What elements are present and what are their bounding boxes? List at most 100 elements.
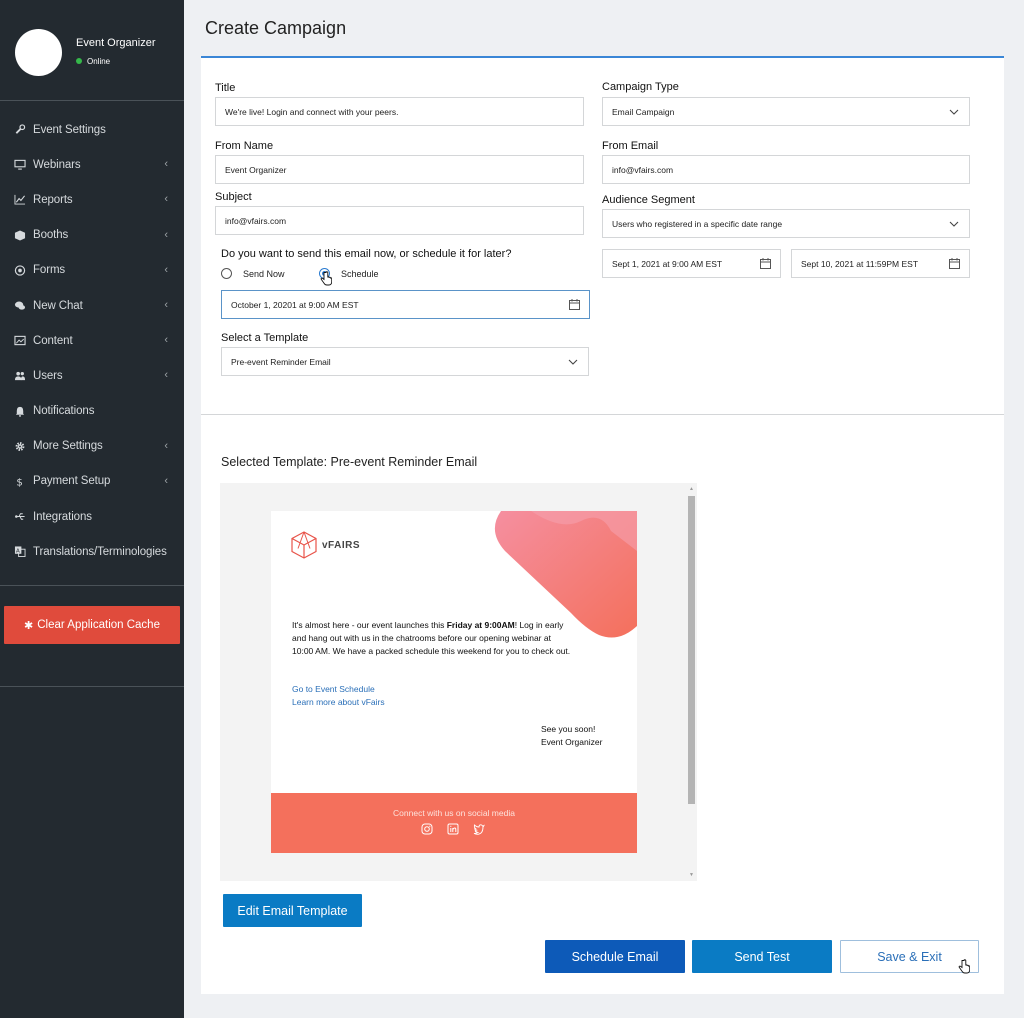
chevron-down-icon: [568, 359, 578, 365]
sidebar-item-translations-terminologies[interactable]: A Translations/Terminologies: [0, 534, 184, 569]
calendar-icon[interactable]: [949, 258, 960, 269]
linkedin-icon[interactable]: [447, 823, 459, 835]
signoff-name: Event Organizer: [541, 737, 603, 747]
email-body: It's almost here - our event launches th…: [292, 619, 572, 658]
sidebar-item-webinars[interactable]: Webinars ‹: [0, 147, 184, 182]
edit-template-button[interactable]: Edit Email Template: [223, 894, 362, 927]
sidebar-item-payment-setup[interactable]: $ Payment Setup ‹: [0, 464, 184, 499]
send-now-radio[interactable]: [221, 268, 232, 279]
campaign-type-value: Email Campaign: [612, 106, 675, 117]
plug-icon: [13, 511, 27, 523]
status-dot-icon: [76, 58, 82, 64]
email-signoff: See you soon! Event Organizer: [541, 723, 602, 749]
selected-template-heading: Selected Template: Pre-event Reminder Em…: [221, 455, 478, 469]
svg-text:A: A: [16, 549, 20, 555]
sidebar-divider: [0, 585, 184, 586]
sidebar-item-label: Users: [33, 369, 63, 382]
learn-more-link[interactable]: Learn more about vFairs: [292, 697, 385, 707]
twitter-icon[interactable]: [473, 823, 485, 835]
social-caption: Connect with us on social media: [393, 808, 515, 818]
wrench-icon: [13, 124, 27, 136]
sidebar-item-label: Payment Setup: [33, 475, 111, 488]
vfairs-logo-text: vFAIRS: [322, 539, 361, 551]
sidebar-item-integrations[interactable]: Integrations: [0, 499, 184, 534]
email-footer: Connect with us on social media: [271, 793, 637, 853]
email-body-part: It's almost here - our event launches th…: [292, 620, 447, 630]
from-name-value: Event Organizer: [225, 164, 287, 175]
sidebar-item-booths[interactable]: Booths ‹: [0, 218, 184, 253]
sidebar-item-label: More Settings: [33, 440, 103, 453]
page-title: Create Campaign: [205, 18, 347, 38]
chevron-left-icon: ‹: [164, 263, 168, 276]
send-now-label: Send Now: [243, 268, 285, 279]
translate-icon: A: [13, 546, 27, 558]
send-now-option[interactable]: Send Now: [221, 268, 285, 279]
title-label: Title: [215, 82, 236, 94]
sidebar-item-label: Notifications: [33, 405, 95, 418]
sidebar-item-label: Content: [33, 334, 73, 347]
vfairs-logo: vFAIRS: [291, 531, 360, 559]
template-value: Pre-event Reminder Email: [231, 356, 331, 367]
sidebar-item-more-settings[interactable]: More Settings ‹: [0, 429, 184, 464]
subject-input[interactable]: info@vfairs.com: [215, 206, 584, 235]
chevron-left-icon: ‹: [164, 474, 168, 487]
date-end-value: Sept 10, 2021 at 11:59PM EST: [801, 258, 919, 269]
audience-label: Audience Segment: [602, 194, 695, 206]
monitor-icon: [13, 159, 27, 171]
chart-icon: [13, 194, 27, 206]
send-question: Do you want to send this email now, or s…: [221, 248, 512, 260]
from-name-input[interactable]: Event Organizer: [215, 155, 584, 184]
sidebar-item-users[interactable]: Users ‹: [0, 358, 184, 393]
date-end-input[interactable]: Sept 10, 2021 at 11:59PM EST: [791, 249, 970, 278]
calendar-icon[interactable]: [569, 299, 580, 310]
svg-text:$: $: [16, 478, 22, 487]
online-status: Online: [76, 57, 110, 66]
sidebar-divider: [0, 686, 184, 687]
chevron-down-icon: [949, 221, 959, 227]
schedule-email-button[interactable]: Schedule Email: [545, 940, 685, 973]
send-test-button[interactable]: Send Test: [692, 940, 832, 973]
scroll-up-icon[interactable]: ▲: [689, 486, 694, 492]
from-email-label: From Email: [602, 140, 659, 152]
sidebar-item-reports[interactable]: Reports ‹: [0, 182, 184, 217]
sidebar-item-content[interactable]: Content ‹: [0, 323, 184, 358]
instagram-icon[interactable]: [421, 823, 433, 835]
sidebar: Event Organizer Online Event Settings Web…: [0, 0, 184, 1018]
calendar-icon[interactable]: [760, 258, 771, 269]
sidebar-menu: Event Settings Webinars ‹ Reports ‹ Booths ‹ Fo…: [0, 112, 184, 569]
chevron-left-icon: ‹: [164, 369, 168, 382]
schedule-datetime-value: October 1, 20201 at 9:00 AM EST: [231, 299, 359, 310]
avatar[interactable]: [15, 29, 62, 76]
sidebar-item-event-settings[interactable]: Event Settings: [0, 112, 184, 147]
signoff-line: See you soon!: [541, 724, 596, 734]
from-email-input[interactable]: info@vfairs.com: [602, 155, 970, 184]
subject-value: info@vfairs.com: [225, 215, 287, 226]
sidebar-item-label: Forms: [33, 264, 66, 277]
preview-scroll-thumb[interactable]: [688, 496, 695, 804]
date-start-value: Sept 1, 2021 at 9:00 AM EST: [612, 258, 723, 269]
scroll-down-icon[interactable]: ▼: [689, 872, 694, 878]
social-links: [421, 823, 485, 835]
chevron-left-icon: ‹: [164, 334, 168, 347]
audience-select[interactable]: Users who registered in a specific date …: [602, 209, 970, 238]
clear-cache-button[interactable]: ✱ Clear Application Cache: [4, 606, 180, 644]
campaign-type-select[interactable]: Email Campaign: [602, 97, 970, 126]
event-schedule-link[interactable]: Go to Event Schedule: [292, 684, 375, 694]
subject-label: Subject: [215, 191, 252, 203]
template-select[interactable]: Pre-event Reminder Email: [221, 347, 589, 376]
hand-cursor-icon: [320, 271, 332, 286]
title-input[interactable]: We're live! Login and connect with your …: [215, 97, 584, 126]
sidebar-item-label: Booths: [33, 229, 69, 242]
profile-block: Event Organizer Online: [0, 0, 184, 101]
template-label: Select a Template: [221, 332, 309, 344]
schedule-datetime-input[interactable]: October 1, 20201 at 9:00 AM EST: [221, 290, 590, 319]
chevron-left-icon: ‹: [164, 298, 168, 311]
email-body-bold: Friday at 9:00AM: [446, 620, 515, 630]
sidebar-item-notifications[interactable]: Notifications: [0, 394, 184, 429]
dollar-icon: $: [13, 475, 27, 487]
date-start-input[interactable]: Sept 1, 2021 at 9:00 AM EST: [602, 249, 781, 278]
chevron-left-icon: ‹: [164, 193, 168, 206]
sidebar-item-new-chat[interactable]: New Chat ‹: [0, 288, 184, 323]
email-preview: vFAIRS It's almost here - our event laun…: [271, 511, 637, 853]
sidebar-item-forms[interactable]: Forms ‹: [0, 253, 184, 288]
